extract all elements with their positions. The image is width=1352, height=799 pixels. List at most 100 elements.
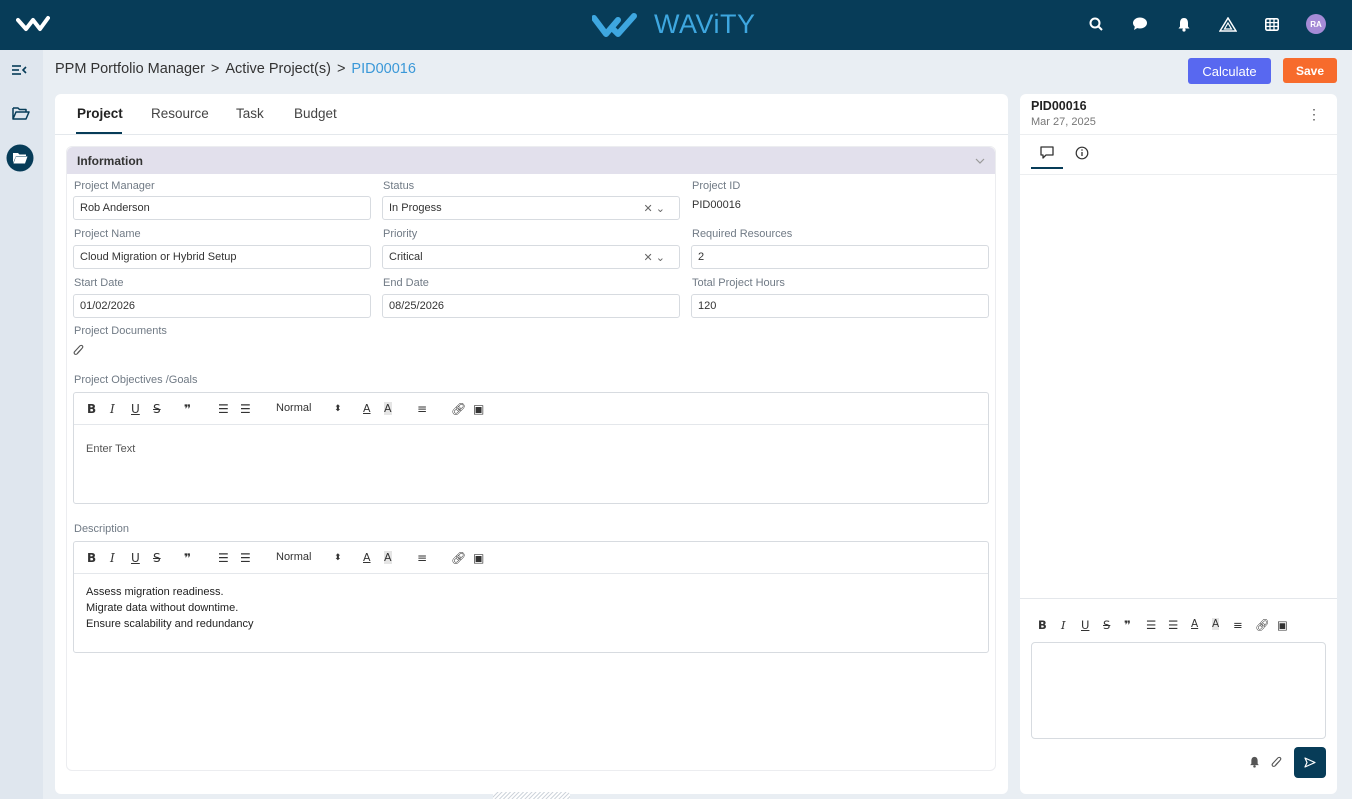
strikethrough-button[interactable]: S: [153, 551, 161, 565]
description-text[interactable]: Assess migration readiness. Migrate data…: [86, 584, 254, 632]
link-icon[interactable]: 🔗︎: [451, 402, 466, 416]
heading-select[interactable]: Normal: [276, 551, 311, 563]
comments-panel: PID00016 Mar 27, 2025 ⋮ B I U S ❞ ☰ ☰ A …: [1020, 94, 1337, 794]
description-line: Migrate data without downtime.: [86, 602, 239, 614]
information-header[interactable]: Information: [67, 147, 995, 174]
brand-name: WAViTY: [654, 9, 756, 39]
clear-and-dropdown-icons[interactable]: ✕ ⌄: [644, 251, 666, 264]
objectives-placeholder: Enter Text: [86, 443, 136, 455]
highlight-color-icon[interactable]: A: [384, 551, 392, 564]
italic-button[interactable]: I: [110, 551, 115, 565]
clear-and-dropdown-icons[interactable]: ✕ ⌄: [644, 202, 666, 215]
image-icon[interactable]: ▣: [473, 551, 484, 565]
chat-icon[interactable]: [1118, 17, 1162, 31]
underline-button[interactable]: U: [1081, 618, 1089, 632]
bullet-list-icon[interactable]: ☰: [240, 551, 251, 565]
collapse-menu-icon[interactable]: [11, 64, 27, 79]
project-documents-label: Project Documents: [74, 325, 167, 337]
project-manager-label: Project Manager: [74, 180, 155, 192]
description-label: Description: [74, 523, 130, 535]
priority-value: Critical: [389, 251, 423, 263]
heading-select[interactable]: Normal: [276, 402, 311, 414]
required-resources-field[interactable]: 2: [691, 245, 989, 269]
end-date-field[interactable]: 08/25/2026: [382, 294, 680, 318]
more-options-icon[interactable]: ⋮: [1307, 106, 1321, 123]
user-avatar[interactable]: RA: [1294, 14, 1338, 34]
text-color-icon[interactable]: A: [363, 551, 371, 564]
priority-select[interactable]: Critical ✕ ⌄: [382, 245, 680, 269]
blockquote-button[interactable]: ❞: [1124, 618, 1131, 632]
ordered-list-icon[interactable]: ☰: [218, 402, 229, 416]
tab-task[interactable]: Task: [236, 106, 264, 121]
bullet-list-icon[interactable]: ☰: [1168, 618, 1178, 632]
app-logo-icon[interactable]: [16, 14, 50, 37]
link-icon[interactable]: 🔗︎: [451, 551, 466, 565]
description-editor[interactable]: B I U S ❞ ☰ ☰ Normal ⬍ A A ≡ 🔗︎ ▣ Assess…: [73, 541, 989, 653]
avatar-initials: RA: [1306, 14, 1326, 34]
bold-button[interactable]: B: [1038, 618, 1047, 632]
breadcrumb-portfolio[interactable]: PPM Portfolio Manager: [55, 61, 205, 77]
text-color-icon[interactable]: A: [1191, 618, 1198, 630]
comments-tab-icon[interactable]: [1040, 146, 1054, 162]
heading-select-arrows-icon[interactable]: ⬍: [334, 404, 342, 414]
image-icon[interactable]: ▣: [1277, 618, 1288, 632]
underline-button[interactable]: U: [131, 402, 140, 416]
link-icon[interactable]: 🔗︎: [1255, 618, 1270, 632]
align-icon[interactable]: ≡: [417, 551, 427, 565]
folder-open-icon[interactable]: [12, 106, 30, 123]
paperclip-icon[interactable]: [73, 344, 84, 360]
send-button[interactable]: [1294, 747, 1326, 778]
info-tab-icon[interactable]: [1075, 146, 1089, 163]
bullet-list-icon[interactable]: ☰: [240, 402, 251, 416]
description-line: Ensure scalability and redundancy: [86, 618, 254, 630]
calculate-button[interactable]: Calculate: [1188, 58, 1271, 84]
strikethrough-button[interactable]: S: [153, 402, 161, 416]
italic-button[interactable]: I: [1061, 618, 1066, 632]
status-label: Status: [383, 180, 415, 192]
project-manager-field[interactable]: Rob Anderson: [73, 196, 371, 220]
highlight-color-icon[interactable]: A: [1212, 618, 1220, 630]
bell-icon[interactable]: [1162, 17, 1206, 32]
grid-icon[interactable]: [1250, 17, 1294, 31]
resize-handle[interactable]: [493, 792, 570, 799]
objectives-editor[interactable]: B I U S ❞ ☰ ☰ Normal ⬍ A A ≡ 🔗︎ ▣ Enter …: [73, 392, 989, 504]
ordered-list-icon[interactable]: ☰: [1146, 618, 1156, 632]
underline-button[interactable]: U: [131, 551, 140, 565]
align-icon[interactable]: ≡: [1233, 618, 1243, 632]
total-hours-label: Total Project Hours: [692, 277, 785, 289]
align-icon[interactable]: ≡: [417, 402, 427, 416]
information-section: Information Project Manager Rob Anderson…: [66, 146, 996, 771]
text-color-icon[interactable]: A: [363, 402, 371, 415]
search-icon[interactable]: [1074, 17, 1118, 31]
breadcrumb: PPM Portfolio Manager > Active Project(s) >…: [55, 61, 416, 77]
active-side-tab-indicator: [1031, 167, 1063, 169]
tab-resource[interactable]: Resource: [151, 106, 209, 121]
blockquote-button[interactable]: ❞: [184, 402, 191, 416]
attach-paperclip-icon[interactable]: [1271, 756, 1282, 772]
image-icon[interactable]: ▣: [473, 402, 484, 416]
tab-budget[interactable]: Budget: [294, 106, 337, 121]
notify-bell-icon[interactable]: [1249, 756, 1260, 771]
ordered-list-icon[interactable]: ☰: [218, 551, 229, 565]
triangle-app-icon[interactable]: [1206, 16, 1250, 32]
total-hours-field[interactable]: 120: [691, 294, 989, 318]
left-rail: [0, 50, 43, 799]
bold-button[interactable]: B: [87, 551, 96, 565]
chevron-down-icon[interactable]: [975, 154, 985, 168]
strikethrough-button[interactable]: S: [1103, 618, 1110, 632]
priority-label: Priority: [383, 228, 418, 240]
project-name-field[interactable]: Cloud Migration or Hybrid Setup: [73, 245, 371, 269]
status-select[interactable]: In Progess ✕ ⌄: [382, 196, 680, 220]
save-button[interactable]: Save: [1283, 58, 1337, 83]
highlight-color-icon[interactable]: A: [384, 402, 392, 415]
italic-button[interactable]: I: [110, 402, 115, 416]
projects-folder-icon[interactable]: [6, 144, 34, 175]
start-date-field[interactable]: 01/02/2026: [73, 294, 371, 318]
bold-button[interactable]: B: [87, 402, 96, 416]
divider: [1020, 598, 1337, 599]
tab-project[interactable]: Project: [77, 106, 123, 121]
comment-input[interactable]: [1031, 642, 1326, 739]
blockquote-button[interactable]: ❞: [184, 551, 191, 565]
breadcrumb-active-projects[interactable]: Active Project(s): [225, 61, 331, 77]
heading-select-arrows-icon[interactable]: ⬍: [334, 553, 342, 563]
